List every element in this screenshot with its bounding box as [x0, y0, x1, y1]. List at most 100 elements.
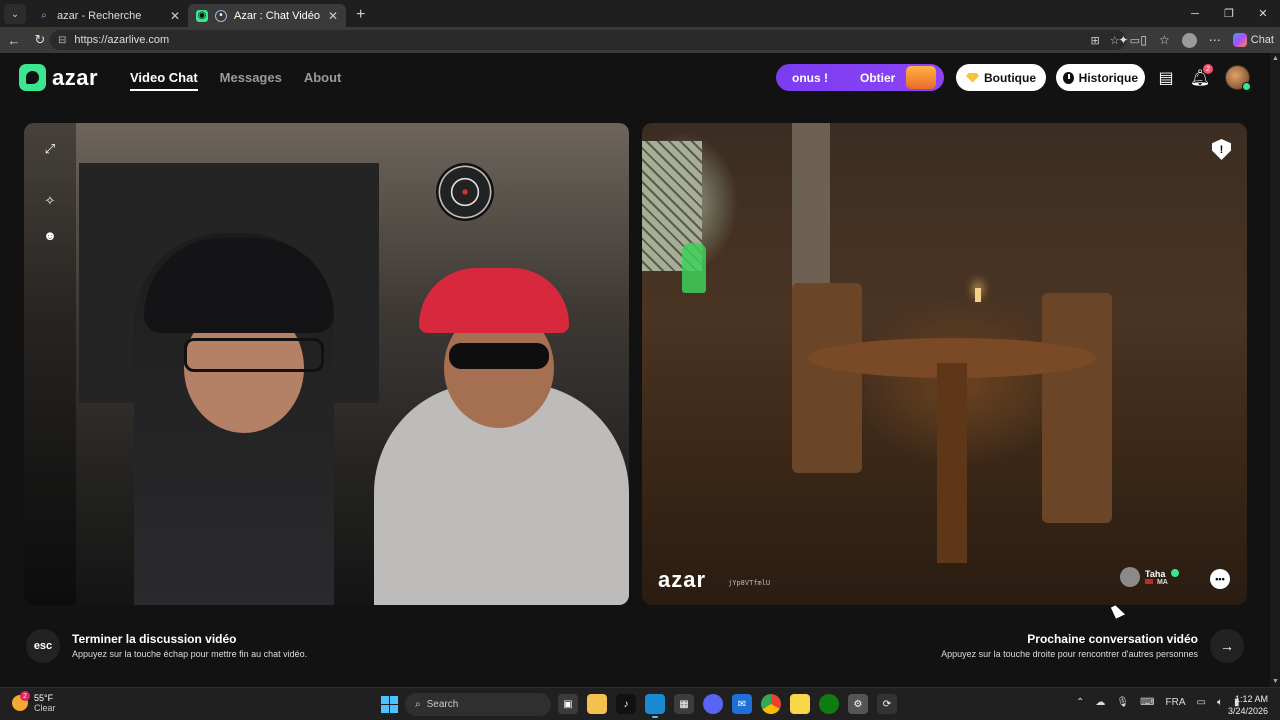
mail-icon[interactable]: ✉ [732, 694, 752, 714]
speaker-icon[interactable]: 🔈︎ [1217, 697, 1223, 708]
history-clock-icon [1063, 71, 1074, 84]
new-tab-button[interactable]: + [356, 6, 365, 24]
bonus-text: onus ! [792, 70, 828, 85]
taskbar-search-placeholder: Search [426, 699, 459, 710]
split-screen-icon[interactable]: ▯ [1140, 33, 1147, 47]
back-arrow-icon[interactable]: ← [2, 33, 26, 48]
close-tab-icon[interactable]: ✕ [170, 9, 180, 23]
dartboard [436, 163, 494, 221]
end-chat-button[interactable]: esc [26, 629, 60, 663]
page-scrollbar[interactable]: ▲ ▼ [1270, 53, 1280, 687]
bonus-banner-button[interactable]: onus ! Obtier [776, 64, 944, 91]
profile-avatar[interactable] [1181, 32, 1197, 48]
language-indicator[interactable]: FRA [1166, 697, 1186, 708]
tiktok-icon[interactable]: ♪ [616, 694, 636, 714]
scroll-up-icon[interactable]: ▲ [1272, 55, 1279, 62]
boutique-button[interactable]: Boutique [956, 64, 1046, 91]
candle [975, 288, 981, 302]
table-leg [937, 363, 967, 563]
report-shield-icon[interactable]: ! [1212, 139, 1231, 160]
face-filter-icon[interactable]: ☻ [39, 224, 61, 246]
next-chat-title: Prochaine conversation vidéo [1027, 632, 1198, 646]
taskbar-clock[interactable]: 1:12 AM 3/24/2026 [1228, 693, 1268, 717]
watermark-code: jYp8VTfmlU [728, 579, 771, 587]
extensions-icon[interactable]: ✦ [1118, 33, 1128, 47]
main-nav: Video Chat Messages About [130, 70, 341, 91]
display-icon[interactable]: ▭ [1197, 697, 1206, 708]
azar-page: azar Video Chat Messages About onus ! Ob… [0, 53, 1280, 687]
app-icon[interactable]: ⟳ [877, 694, 897, 714]
search-icon: ⌕ [415, 699, 421, 710]
peer-avatar [1120, 567, 1140, 587]
verified-badge-icon [1170, 568, 1179, 577]
chrome-icon[interactable] [761, 694, 781, 714]
gift-box-icon [906, 66, 936, 89]
favorites-icon[interactable]: ☆ [1159, 33, 1170, 47]
microphone-icon[interactable]: 🎙︎ [1116, 697, 1129, 708]
copilot-button[interactable]: Chat [1232, 33, 1274, 47]
next-chat-button[interactable]: → [1210, 629, 1244, 663]
tab-azar-chat[interactable]: ◉ • Azar : Chat Vidéo avec de nou ✕ [188, 4, 346, 27]
refresh-icon[interactable]: ↻ [28, 32, 52, 48]
video-tools: ⤢ ✧ ☻ [24, 123, 76, 605]
nav-about[interactable]: About [304, 70, 342, 91]
settings-gear-icon[interactable]: ⚙ [848, 694, 868, 714]
taskbar-apps: ▣ ♪ ▦ ✉ ⚙ ⟳ [558, 694, 897, 718]
keyboard-icon[interactable]: ⌨ [1140, 697, 1154, 708]
tray-overflow-chevron-icon[interactable]: ⌃ [1076, 697, 1084, 708]
discord-icon[interactable] [703, 694, 723, 714]
chair-right [1042, 293, 1112, 523]
file-explorer-icon[interactable] [587, 694, 607, 714]
mouse-cursor [1110, 603, 1126, 619]
close-tab-icon[interactable]: ✕ [328, 9, 338, 23]
person-left-glasses [184, 338, 324, 372]
edge-browser-icon[interactable] [645, 694, 665, 718]
user-avatar[interactable] [1225, 65, 1251, 91]
expand-icon[interactable]: ⤢ [39, 138, 61, 160]
close-window-button[interactable]: ✕ [1246, 0, 1280, 27]
peer-name: Taha [1145, 568, 1166, 579]
weather-sun-icon: 2 [12, 691, 30, 711]
bonus-get-text: Obtier [860, 70, 896, 85]
boutique-label: Boutique [984, 70, 1036, 85]
taskbar-search[interactable]: ⌕ Search [405, 693, 551, 716]
sticky-notes-icon[interactable] [790, 694, 810, 714]
copilot-label: Chat [1250, 34, 1274, 46]
url-field[interactable]: ⊟ https://azarlive.com [50, 30, 1126, 50]
nav-video-chat[interactable]: Video Chat [130, 70, 198, 91]
remote-video: ! azar jYp8VTfmlU Taha MA ••• [642, 123, 1247, 605]
tab-actions-button[interactable]: ⌄ [4, 4, 26, 24]
site-info-icon[interactable]: ⊟ [58, 35, 66, 46]
minimize-button[interactable]: ─ [1178, 0, 1212, 27]
browser-tab-bar: ⌄ ⌕ azar - Recherche ✕ ◉ • Azar : Chat V… [0, 0, 1280, 27]
window-controls: ─ ❐ ✕ [1178, 0, 1280, 27]
clock-date: 3/24/2026 [1227, 706, 1268, 716]
morocco-flag-icon [1145, 578, 1153, 584]
azar-logo[interactable]: azar [19, 64, 98, 91]
inbox-icon[interactable]: ▤ [1155, 67, 1177, 89]
chat-bubble-button[interactable]: ••• [1210, 569, 1230, 589]
task-view-icon[interactable]: ▣ [558, 694, 578, 714]
more-options-icon[interactable]: ⋯ [1209, 33, 1221, 47]
peer-profile[interactable]: Taha MA [1120, 567, 1179, 587]
historique-button[interactable]: Historique [1056, 64, 1145, 91]
maximize-button[interactable]: ❐ [1212, 0, 1246, 27]
clock-time: 1:12 AM [1234, 694, 1268, 704]
historique-label: Historique [1078, 70, 1138, 85]
onedrive-icon[interactable]: ☁ [1095, 697, 1105, 708]
weather-temp: 55°F [34, 693, 54, 703]
tab-azar-search[interactable]: ⌕ azar - Recherche ✕ [30, 4, 188, 27]
windows-taskbar: 2 55°F Clear ⌕ Search ▣ ♪ ▦ ✉ ⚙ ⟳ ⌃ ☁ 🎙︎… [0, 687, 1280, 720]
windows-start-icon[interactable] [381, 696, 398, 713]
scroll-down-icon[interactable]: ▼ [1272, 678, 1279, 685]
nav-messages[interactable]: Messages [220, 70, 282, 91]
online-status-dot [1242, 82, 1251, 91]
weather-widget[interactable]: 2 55°F Clear [12, 691, 56, 713]
tab-title: Azar : Chat Vidéo avec de nou [234, 9, 322, 22]
app-available-icon[interactable]: ⊞ [1091, 34, 1100, 47]
xbox-icon[interactable] [819, 694, 839, 714]
chair-left [792, 283, 862, 473]
microsoft-store-icon[interactable]: ▦ [674, 694, 694, 714]
magic-wand-icon[interactable]: ✧ [39, 190, 61, 212]
notification-badge: 2 [1203, 64, 1213, 74]
